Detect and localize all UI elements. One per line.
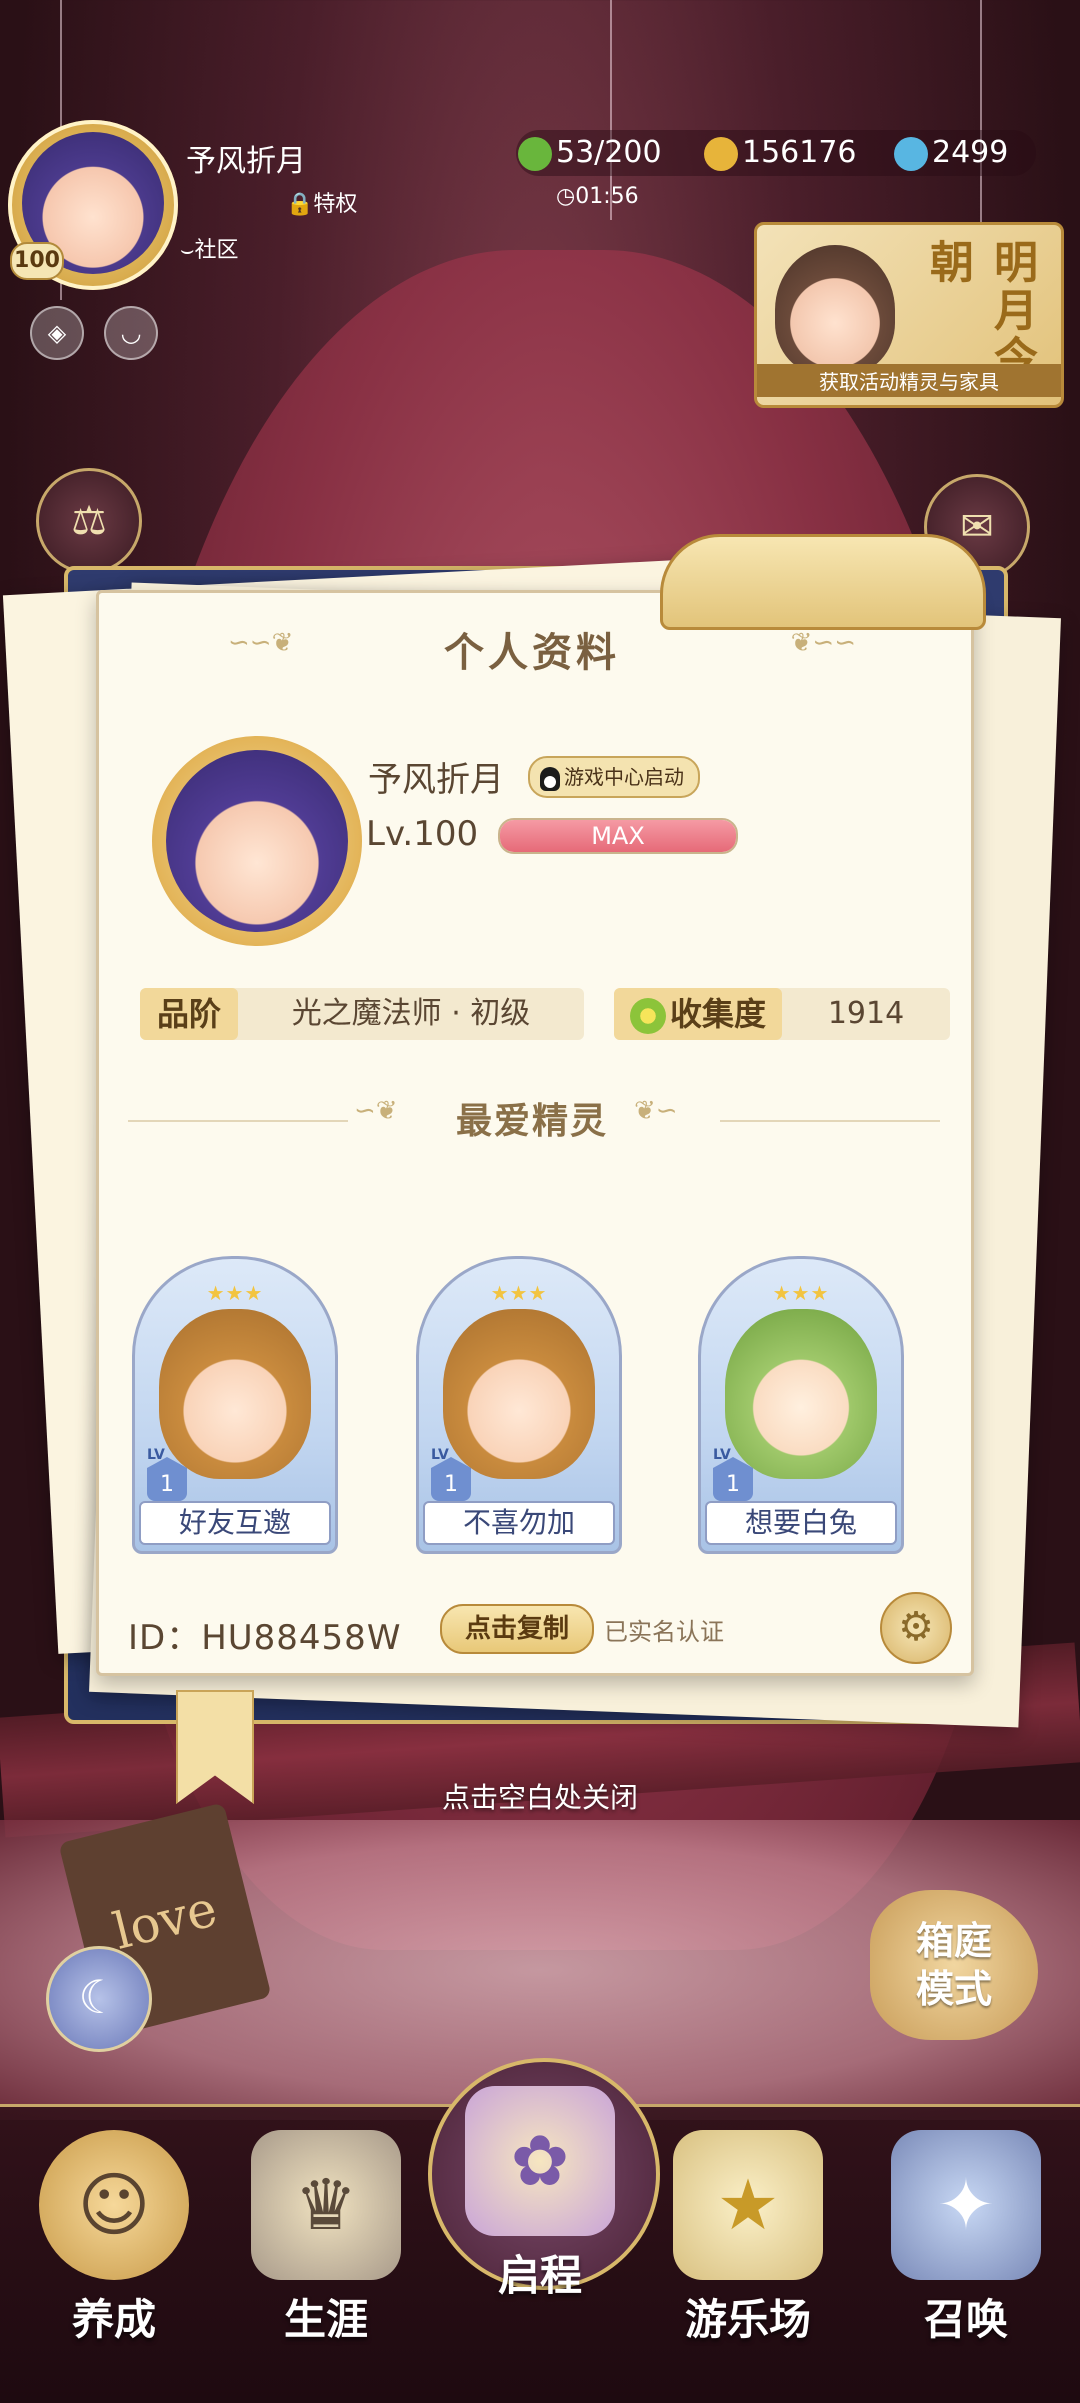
mask-icon: ⌣: [180, 238, 195, 263]
qq-penguin-icon: [540, 766, 560, 791]
nav-label: 生涯: [283, 2295, 368, 2344]
moon-icon: ☾: [78, 1970, 120, 2024]
nav-label: 养成: [71, 2295, 156, 2344]
copy-id-button[interactable]: 点击复制: [440, 1604, 594, 1654]
girl-portrait-icon: ☺: [39, 2130, 189, 2280]
summon-card-icon: ✦: [891, 2130, 1041, 2280]
mode-label-line1: 箱庭: [915, 1919, 992, 1963]
crystal-value: 2499: [932, 135, 1009, 170]
qq-game-center-badge[interactable]: 游戏中心启动: [528, 756, 700, 798]
nav-summon[interactable]: ✦ 召唤: [866, 2120, 1066, 2390]
nav-label: 召唤: [923, 2295, 1008, 2344]
settings-button[interactable]: ⚙: [880, 1592, 952, 1664]
scales-icon: ⚖: [71, 498, 107, 544]
collection-label: 收集度: [669, 995, 766, 1033]
collection-value: 1914: [827, 996, 905, 1031]
nav-label: 启程: [497, 2251, 582, 2300]
spirit-name: 好友互邀: [139, 1501, 331, 1545]
verified-status: 已实名认证: [604, 1618, 724, 1646]
profile-name: 予风折月: [368, 760, 504, 800]
star-shield-icon: ★: [673, 2130, 823, 2280]
clover-badge-icon: [629, 998, 666, 1034]
community-label: 社区: [194, 238, 239, 263]
nav-playground[interactable]: ★ 游乐场: [648, 2120, 848, 2390]
clover-value: 53/200: [556, 135, 662, 170]
spirit-portrait: [159, 1309, 311, 1479]
mail-icon: ✉: [960, 504, 994, 550]
clover-icon: [518, 136, 552, 171]
gift-icon: ◈: [47, 319, 67, 347]
timer: ◷01:56: [556, 184, 639, 209]
gift-box-button[interactable]: ◈: [30, 306, 84, 360]
exp-label: MAX: [591, 822, 645, 850]
privilege-label: 特权: [313, 192, 358, 217]
favorites-title: 最爱精灵: [455, 1101, 608, 1142]
lock-icon: 🔒: [286, 192, 314, 217]
butterfly-book-icon: ✿: [465, 2086, 615, 2236]
event-banner[interactable]: 明月今朝 获取活动精灵与家具: [754, 222, 1064, 408]
crown-icon: ♛: [251, 2130, 401, 2280]
event-subtitle: 获取活动精灵与家具: [757, 364, 1061, 397]
coin-icon: [704, 136, 738, 171]
mode-label-line2: 模式: [915, 1967, 992, 2011]
profile-level: Lv.100: [366, 814, 479, 854]
favorite-spirit-card[interactable]: ★★★ LV 1 想要白兔: [698, 1256, 904, 1554]
event-character: [775, 245, 895, 375]
gear-icon: ⚙: [898, 1604, 934, 1650]
spirit-portrait: [725, 1309, 877, 1479]
crown-ornament: [660, 534, 986, 630]
player-id: ID：HU88458W: [128, 1618, 402, 1658]
star-rating: ★★★: [772, 1281, 830, 1305]
nav-journey[interactable]: ✿ 启程: [440, 2076, 640, 2346]
nav-label: 游乐场: [684, 2295, 811, 2344]
timer-value: 01:56: [575, 184, 639, 209]
moon-button[interactable]: ☾: [46, 1946, 152, 2052]
player-level-badge: 100: [10, 242, 64, 280]
rank-label: 品阶: [140, 988, 238, 1040]
eye-icon: ◡: [120, 319, 142, 347]
favorite-spirit-card[interactable]: ★★★ LV 1 不喜勿加: [416, 1256, 622, 1554]
coin-value: 156176: [742, 135, 857, 170]
qq-badge-label: 游戏中心启动: [564, 765, 684, 789]
star-rating: ★★★: [490, 1281, 548, 1305]
eye-button[interactable]: ◡: [104, 306, 158, 360]
exp-bar: MAX: [498, 818, 738, 854]
nav-cultivate[interactable]: ☺ 养成: [14, 2120, 214, 2390]
profile-avatar[interactable]: [166, 750, 348, 932]
coin-currency[interactable]: 156176: [704, 130, 857, 176]
spirit-name: 不喜勿加: [423, 1501, 615, 1545]
collection-label-box: 收集度: [614, 988, 782, 1040]
spirit-portrait: [443, 1309, 595, 1479]
profile-title: 个人资料: [444, 630, 620, 676]
close-hint[interactable]: 点击空白处关闭: [0, 1776, 1080, 1816]
nav-career[interactable]: ♛ 生涯: [226, 2120, 426, 2390]
rank-value: 光之魔法师 · 初级: [291, 996, 531, 1031]
clover-currency[interactable]: 53/200: [518, 130, 662, 176]
community-link[interactable]: ⌣社区: [180, 232, 239, 264]
spirit-name: 想要白兔: [705, 1501, 897, 1545]
star-rating: ★★★: [206, 1281, 264, 1305]
scales-button[interactable]: ⚖: [36, 468, 142, 574]
privilege-link[interactable]: 🔒特权: [286, 186, 357, 218]
player-name: 予风折月: [186, 144, 306, 179]
crystal-icon: [894, 136, 928, 171]
crystal-currency[interactable]: 2499: [894, 130, 1008, 176]
favorite-spirit-card[interactable]: ★★★ LV 1 好友互邀: [132, 1256, 338, 1554]
clock-icon: ◷: [556, 184, 576, 209]
